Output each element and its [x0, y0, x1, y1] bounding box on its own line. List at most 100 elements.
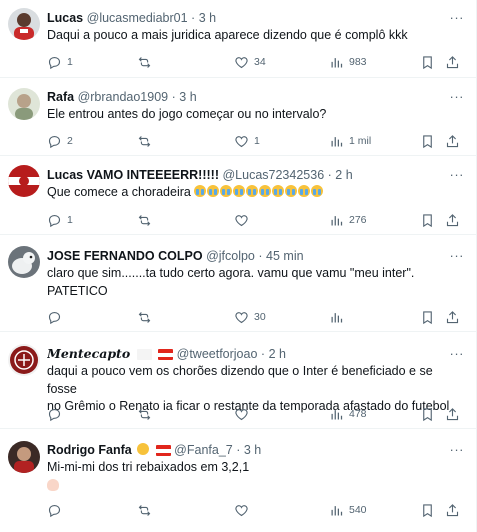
heart-icon [235, 56, 248, 68]
action-bar: 1 34 983 [47, 53, 468, 71]
avatar[interactable] [8, 165, 40, 197]
bookmark-button[interactable] [420, 405, 435, 423]
user-handle[interactable]: @jfcolpo [206, 249, 255, 263]
share-button[interactable] [445, 405, 460, 423]
more-options-icon[interactable]: ··· [450, 441, 465, 459]
more-options-icon[interactable]: ··· [450, 88, 465, 106]
display-name[interactable]: Mentecapto [47, 346, 130, 361]
reply-count: 1 [67, 214, 73, 226]
user-handle[interactable]: @tweetforjoao [177, 347, 258, 361]
bookmark-button[interactable] [420, 53, 435, 71]
pointing-hand-emoji [47, 479, 59, 491]
views-button[interactable]: 478 [329, 405, 367, 423]
retweet-button[interactable] [137, 405, 157, 423]
user-handle[interactable]: @lucasmediabr01 [87, 11, 188, 25]
user-handle[interactable]: @Lucas72342536 [222, 168, 324, 182]
tweet-text-content: Que comece a choradeira [47, 185, 191, 199]
retweet-button[interactable] [137, 53, 157, 71]
heart-icon [235, 408, 248, 420]
reply-tweet[interactable]: JOSE FERNANDO COLPO @jfcolpo · 45 min ··… [0, 235, 476, 332]
display-name[interactable]: Lucas [47, 11, 83, 25]
timestamp[interactable]: 3 h [199, 11, 216, 25]
analytics-icon [331, 136, 343, 146]
bookmark-button[interactable] [420, 501, 435, 519]
timestamp[interactable]: 45 min [266, 249, 304, 263]
retweet-button[interactable] [137, 211, 157, 229]
loudly-crying-face-emoji [194, 185, 207, 197]
timestamp[interactable]: 2 h [269, 347, 286, 361]
action-bar: 2 1 1 mil [47, 132, 468, 150]
reply-tweet[interactable]: Mentecapto @tweetforjoao · 2 h ··· daqui… [0, 332, 476, 429]
tweet-header: Mentecapto @tweetforjoao · 2 h [47, 345, 450, 363]
reply-tweet[interactable]: Rodrigo Fanfa @Fanfa_7 · 3 h ··· Mi-mi-m… [0, 429, 476, 532]
share-button[interactable] [445, 308, 460, 326]
retweet-button[interactable] [137, 132, 157, 150]
bookmark-button[interactable] [420, 211, 435, 229]
user-handle[interactable]: @rbrandao1909 [78, 90, 169, 104]
heart-icon [235, 311, 248, 323]
reply-icon [48, 311, 61, 324]
views-button[interactable]: 983 [329, 53, 367, 71]
timestamp[interactable]: 3 h [244, 443, 261, 457]
avatar[interactable] [8, 441, 40, 473]
share-button[interactable] [445, 53, 460, 71]
retweet-icon [138, 504, 151, 516]
avatar[interactable] [8, 344, 40, 376]
reply-tweet[interactable]: Lucas VAMO INTEEEERR!!!!! @Lucas72342536… [0, 156, 476, 235]
views-button[interactable]: 276 [329, 211, 367, 229]
bookmark-button[interactable] [420, 132, 435, 150]
reply-tweet[interactable]: Lucas @lucasmediabr01 · 3 h ··· Daqui a … [0, 0, 476, 78]
reply-button[interactable] [47, 308, 67, 326]
avatar[interactable] [8, 8, 40, 40]
like-button[interactable] [234, 501, 254, 519]
reply-button[interactable]: 1 [47, 211, 73, 229]
more-options-icon[interactable]: ··· [450, 9, 465, 27]
heart-icon [235, 135, 248, 147]
timestamp[interactable]: 3 h [179, 90, 196, 104]
like-button[interactable]: 1 [234, 132, 260, 150]
like-button[interactable] [234, 405, 254, 423]
avatar[interactable] [8, 88, 40, 120]
separator-dot: · [258, 249, 263, 263]
retweet-icon [138, 214, 151, 226]
display-name[interactable]: Rodrigo Fanfa [47, 443, 132, 457]
share-icon [446, 310, 459, 323]
tweet-text-line: claro que sim.......ta tudo certo agora.… [47, 266, 415, 280]
separator-dot: · [327, 168, 332, 182]
reply-button[interactable] [47, 501, 67, 519]
views-button[interactable] [329, 308, 349, 326]
reply-icon [48, 56, 61, 69]
display-name[interactable]: JOSE FERNANDO COLPO [47, 249, 203, 263]
avatar[interactable] [8, 246, 40, 278]
tweet-text: Daqui a pouco a mais juridica aparece di… [47, 28, 408, 42]
timestamp[interactable]: 2 h [335, 168, 352, 182]
share-icon [446, 407, 459, 420]
retweet-icon [138, 408, 151, 420]
reply-button[interactable]: 2 [47, 132, 73, 150]
views-button[interactable]: 1 mil [329, 132, 371, 150]
views-button[interactable]: 540 [329, 501, 367, 519]
view-count: 983 [349, 56, 367, 68]
more-options-icon[interactable]: ··· [450, 166, 465, 184]
heart-icon [235, 504, 248, 516]
share-button[interactable] [445, 211, 460, 229]
like-button[interactable] [234, 211, 254, 229]
loudly-crying-face-emoji [311, 185, 324, 197]
share-button[interactable] [445, 501, 460, 519]
reply-button[interactable]: 1 [47, 53, 73, 71]
like-button[interactable]: 30 [234, 308, 266, 326]
flag-icon [158, 349, 174, 361]
retweet-button[interactable] [137, 308, 157, 326]
reply-tweet[interactable]: Rafa @rbrandao1909 · 3 h ··· Ele entrou … [0, 78, 476, 156]
user-handle[interactable]: @Fanfa_7 [174, 443, 233, 457]
bookmark-button[interactable] [420, 308, 435, 326]
share-button[interactable] [445, 132, 460, 150]
display-name[interactable]: Rafa [47, 90, 74, 104]
display-name[interactable]: Lucas VAMO INTEEEERR!!!!! [47, 168, 219, 182]
like-button[interactable]: 34 [234, 53, 266, 71]
more-options-icon[interactable]: ··· [450, 247, 465, 265]
reply-button[interactable] [47, 405, 67, 423]
more-options-icon[interactable]: ··· [450, 345, 465, 363]
analytics-icon [331, 505, 343, 515]
retweet-button[interactable] [137, 501, 157, 519]
